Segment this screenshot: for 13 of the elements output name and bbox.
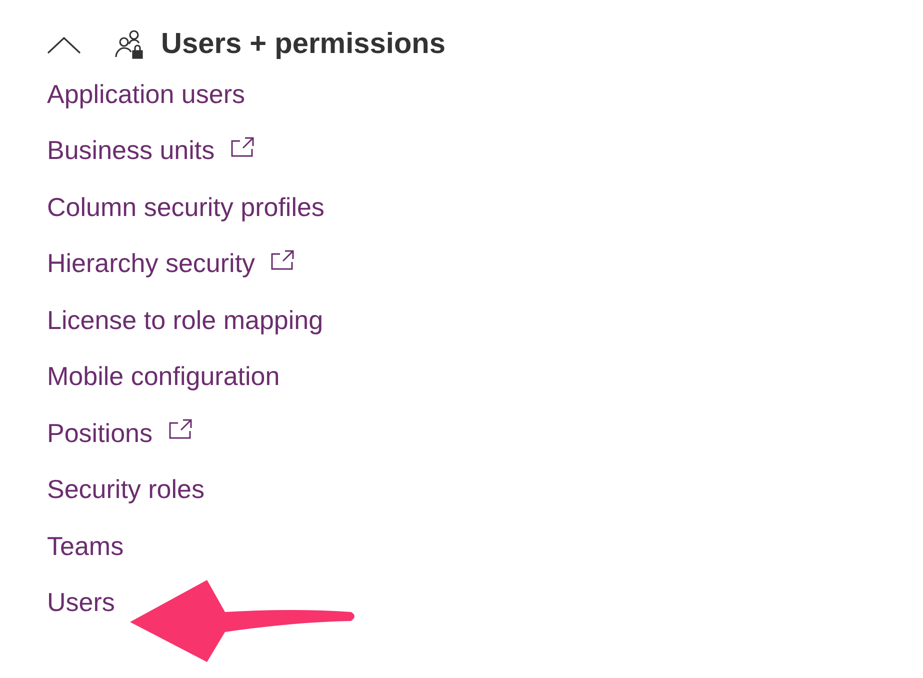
users-lock-icon [114,29,146,61]
nav-link[interactable]: Teams [47,526,124,566]
section-title: Users + permissions [161,27,446,62]
chevron-up-icon [47,36,81,54]
nav-link[interactable]: Mobile configuration [47,357,280,396]
nav-link[interactable]: Positions [47,414,152,453]
nav-link[interactable]: Business units [47,131,215,170]
nav-link[interactable]: Hierarchy security [47,244,256,284]
nav-link[interactable]: Column security profiles [47,188,324,227]
nav-link[interactable]: License to role mapping [47,300,324,340]
nav-link[interactable]: Users [47,583,115,622]
nav-link[interactable]: Security roles [47,470,204,510]
nav-link[interactable]: Application users [47,74,245,114]
